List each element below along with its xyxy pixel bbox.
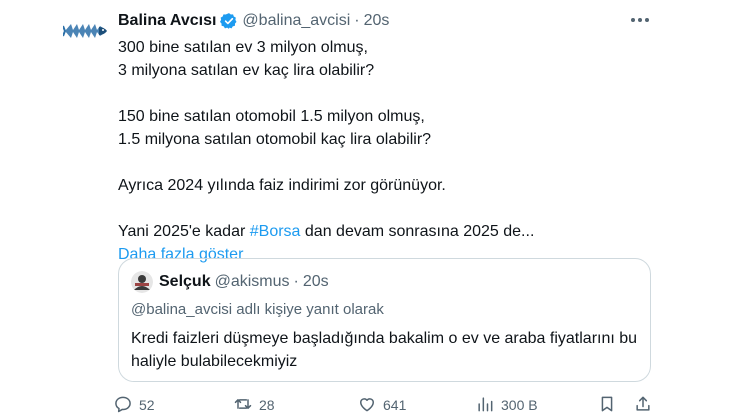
share-icon	[633, 394, 653, 417]
tweet-paragraph: 150 bine satılan otomobil 1.5 milyon olm…	[118, 108, 432, 148]
like-button[interactable]: 641	[357, 392, 406, 418]
tweet-paragraph: 300 bine satılan ev 3 milyon olmuş, 3 mi…	[118, 39, 375, 79]
tweet-text-segment: Yani 2025'e kadar	[118, 223, 250, 240]
retweet-count: 28	[259, 397, 275, 413]
reply-context: @balina_avcisi adlı kişiye yanıt olarak	[131, 301, 384, 318]
more-dots-icon[interactable]	[624, 10, 656, 30]
whale-logo-icon[interactable]	[63, 8, 109, 54]
like-icon	[357, 394, 377, 417]
separator-dot: ·	[293, 273, 299, 290]
tweet-paragraph: Ayrıca 2024 yılında faiz indirimi zor gö…	[118, 177, 446, 194]
quoted-tweet-text: Kredi faizleri düşmeye başladığında baka…	[131, 330, 638, 370]
tweet-actions: 52 28 641 300 B	[113, 392, 673, 418]
retweet-button[interactable]: 28	[233, 392, 275, 418]
tweet[interactable]: Balina Avcısı @balina_avcisi · 20s 300 b…	[0, 0, 730, 420]
tweet-text-segment: dan devam sonrasına 2025 de...	[300, 223, 535, 240]
share-button[interactable]	[633, 392, 653, 418]
like-count: 641	[383, 397, 407, 413]
separator-dot: ·	[354, 12, 360, 29]
author-handle[interactable]: @balina_avcisi	[242, 12, 350, 30]
quoted-tweet[interactable]: Selçuk @akismus · 20s @balina_avcisi adl…	[118, 258, 651, 382]
retweet-icon	[233, 394, 253, 417]
reply-button[interactable]: 52	[113, 392, 155, 418]
hashtag-link[interactable]: #Borsa	[250, 223, 301, 240]
quoted-author-name[interactable]: Selçuk	[159, 273, 211, 291]
reply-count: 52	[139, 397, 155, 413]
avatar[interactable]	[131, 271, 153, 293]
tweet-timestamp[interactable]: 20s	[364, 12, 390, 30]
quoted-tweet-header: Selçuk @akismus · 20s	[159, 271, 329, 293]
bookmark-button[interactable]	[597, 392, 617, 418]
author-display-name[interactable]: Balina Avcısı	[118, 12, 216, 30]
views-count: 300 B	[501, 397, 538, 413]
views-icon	[475, 394, 495, 417]
views-button[interactable]: 300 B	[475, 392, 538, 418]
bookmark-icon	[597, 394, 617, 417]
quoted-timestamp[interactable]: 20s	[303, 273, 329, 291]
verified-badge-icon[interactable]	[220, 12, 238, 30]
quoted-author-handle[interactable]: @akismus	[215, 273, 290, 291]
reply-icon	[113, 394, 133, 417]
tweet-header: Balina Avcısı @balina_avcisi · 20s	[118, 10, 389, 32]
tweet-text: 300 bine satılan ev 3 milyon olmuş, 3 mi…	[118, 36, 658, 266]
tweet-paragraph: Yani 2025'e kadar #Borsa dan devam sonra…	[118, 220, 658, 243]
